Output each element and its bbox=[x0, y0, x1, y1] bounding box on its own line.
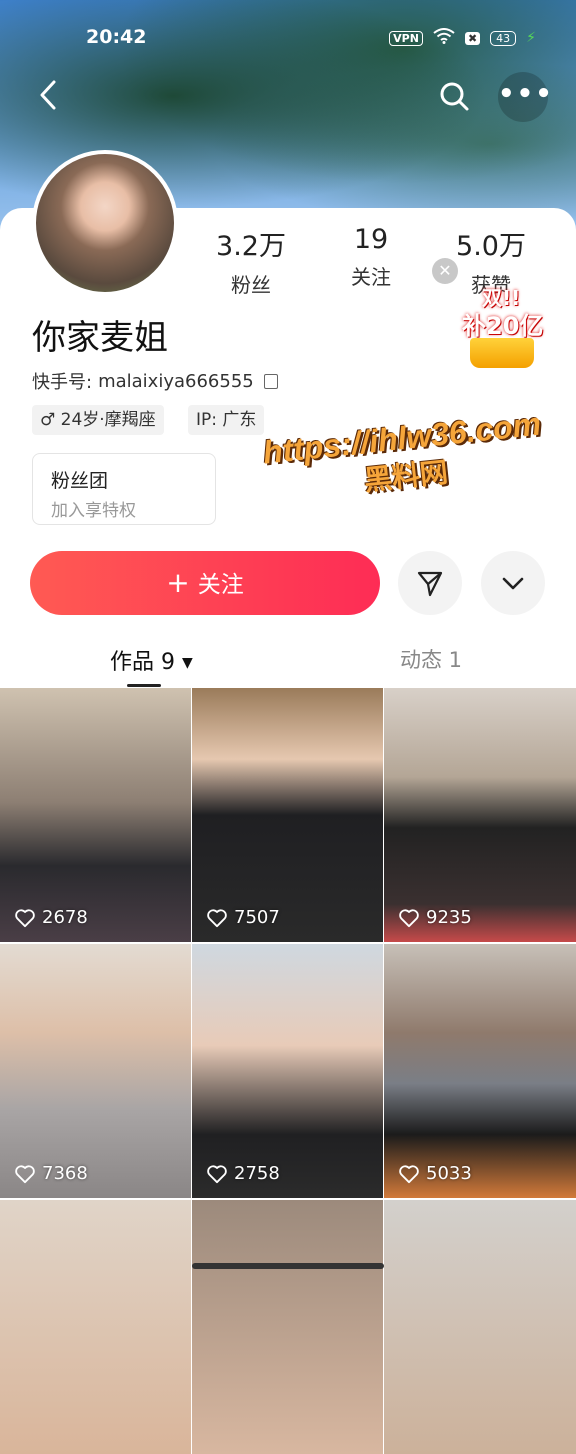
heart-outline-icon bbox=[15, 1164, 35, 1183]
heart-outline-icon bbox=[15, 908, 35, 927]
user-id-label: 快手号: bbox=[32, 372, 93, 393]
like-count: 5033 bbox=[426, 1163, 472, 1184]
heart-outline-icon bbox=[399, 908, 419, 927]
like-count: 7368 bbox=[42, 1163, 88, 1184]
video-thumbnail[interactable]: 2758 bbox=[192, 944, 383, 1198]
sim-off-icon: ✖ bbox=[464, 31, 481, 45]
content-tabs: 作品 9 ▼ 动态 1 bbox=[0, 640, 576, 688]
profile-name: 你家麦姐 bbox=[32, 318, 168, 358]
fan-club-subtitle: 加入享特权 bbox=[51, 501, 136, 521]
chevron-down-icon bbox=[502, 577, 524, 590]
charging-icon: ⚡ bbox=[526, 30, 536, 46]
video-thumbnail[interactable]: 9235 bbox=[384, 688, 576, 942]
video-thumbnail[interactable]: 7507 bbox=[192, 688, 383, 942]
more-button[interactable]: ••• bbox=[498, 72, 552, 122]
tag-ip: IP: 广东 bbox=[188, 405, 265, 435]
search-icon bbox=[440, 82, 469, 111]
follow-button[interactable]: + 关注 bbox=[30, 551, 380, 615]
expand-button[interactable] bbox=[481, 551, 545, 615]
stat-label: 粉丝 bbox=[231, 273, 271, 297]
fan-club-button[interactable]: 粉丝团 加入享特权 bbox=[32, 453, 216, 525]
close-icon: ✕ bbox=[438, 261, 452, 280]
tab-underline bbox=[127, 684, 161, 687]
heart-outline-icon bbox=[399, 1164, 419, 1183]
tab-works[interactable]: 作品 9 ▼ bbox=[110, 644, 193, 676]
share-button[interactable] bbox=[398, 551, 462, 615]
video-grid: 2678 7507 9235 7368 2758 5033 bbox=[0, 688, 576, 1454]
tab-works-label: 作品 9 bbox=[110, 650, 175, 675]
chevron-left-icon bbox=[40, 80, 56, 110]
avatar[interactable] bbox=[32, 150, 178, 296]
status-time: 20:42 bbox=[86, 26, 147, 48]
stat-value: 5.0万 bbox=[456, 231, 526, 262]
stat-fans[interactable]: 3.2万 粉丝 bbox=[196, 224, 306, 298]
close-promo-button[interactable]: ✕ bbox=[432, 258, 458, 284]
tab-moments[interactable]: 动态 1 bbox=[400, 644, 462, 674]
stat-following[interactable]: 19 关注 bbox=[316, 224, 426, 290]
battery-icon: 43 bbox=[490, 30, 517, 46]
heart-outline-icon bbox=[207, 1164, 227, 1183]
send-icon bbox=[417, 571, 443, 597]
like-count: 9235 bbox=[426, 907, 472, 928]
like-count: 2678 bbox=[42, 907, 88, 928]
user-id-line: 快手号: malaixiya666555 bbox=[32, 368, 278, 394]
video-thumbnail[interactable] bbox=[0, 1200, 191, 1454]
follow-label: 关注 bbox=[197, 572, 244, 598]
back-button[interactable] bbox=[34, 78, 66, 114]
promo-line2: 补20亿 bbox=[462, 312, 544, 340]
caret-down-icon: ▼ bbox=[182, 655, 193, 671]
video-thumbnail[interactable] bbox=[192, 1200, 383, 1454]
video-thumbnail[interactable]: 2678 bbox=[0, 688, 191, 942]
basket-icon bbox=[470, 338, 534, 368]
like-count: 7507 bbox=[234, 907, 280, 928]
copy-icon[interactable] bbox=[263, 373, 278, 389]
fan-club-title: 粉丝团 bbox=[51, 470, 109, 492]
like-count: 2758 bbox=[234, 1163, 280, 1184]
tag-age: ♂ 24岁·摩羯座 bbox=[32, 405, 164, 435]
user-id-value: malaixiya666555 bbox=[98, 370, 254, 392]
more-dots-icon: ••• bbox=[498, 79, 554, 109]
stat-value: 19 bbox=[353, 224, 389, 255]
wifi-icon bbox=[433, 28, 455, 48]
vpn-icon: VPN bbox=[389, 30, 423, 46]
video-thumbnail[interactable]: 7368 bbox=[0, 944, 191, 1198]
status-bar: 20:42 VPN ✖ 43 ⚡ bbox=[0, 26, 576, 54]
video-thumbnail[interactable] bbox=[384, 1200, 576, 1454]
plus-icon: + bbox=[166, 566, 190, 599]
video-thumbnail[interactable]: 5033 bbox=[384, 944, 576, 1198]
stat-value: 3.2万 bbox=[216, 231, 286, 262]
heart-outline-icon bbox=[207, 908, 227, 927]
search-button[interactable] bbox=[436, 78, 472, 114]
promo-badge[interactable]: 双!! 补20亿 bbox=[458, 282, 550, 374]
stat-label: 关注 bbox=[351, 265, 391, 289]
home-indicator[interactable] bbox=[192, 1263, 384, 1269]
